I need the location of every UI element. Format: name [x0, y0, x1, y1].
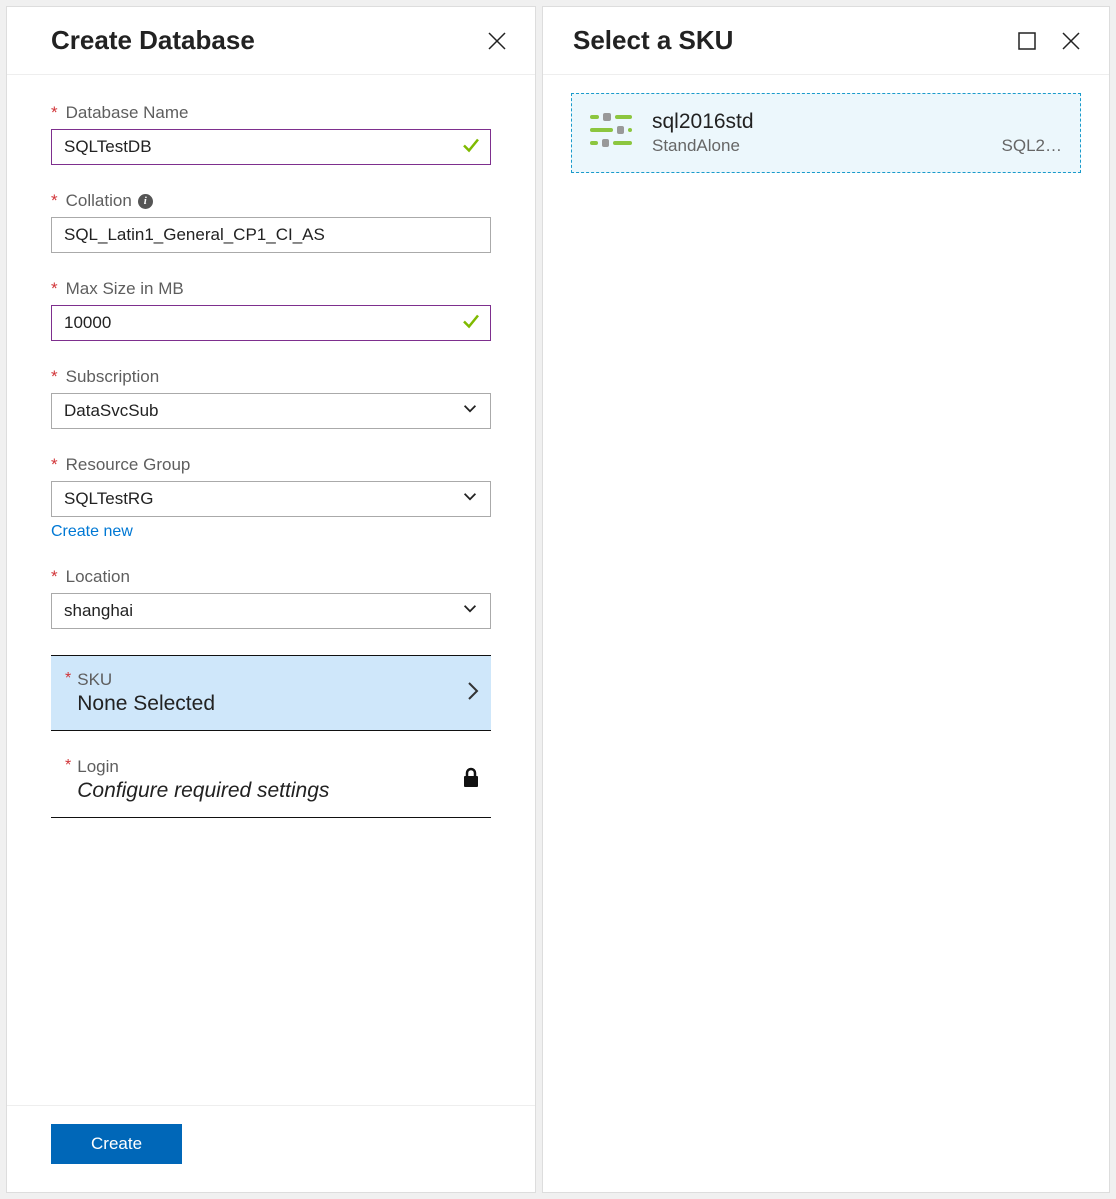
collation-field: * Collation i — [51, 191, 491, 253]
subscription-select[interactable]: DataSvcSub — [51, 393, 491, 429]
required-indicator: * — [51, 103, 58, 123]
info-icon[interactable]: i — [138, 194, 153, 209]
required-indicator: * — [65, 670, 71, 716]
login-blade-row[interactable]: * Login Configure required settings — [51, 743, 491, 818]
left-panel-footer: Create — [7, 1105, 535, 1192]
resource-group-field: * Resource Group SQLTestRG Create new — [51, 455, 491, 541]
chevron-right-icon — [465, 679, 481, 708]
required-indicator: * — [51, 455, 58, 475]
close-icon[interactable] — [485, 29, 509, 53]
right-panel-body: sql2016std StandAlone SQL2… — [543, 75, 1109, 1192]
required-indicator: * — [51, 191, 58, 211]
location-select[interactable]: shanghai — [51, 593, 491, 629]
lock-icon — [461, 767, 481, 794]
select-sku-panel: Select a SKU sql2016std — [542, 6, 1110, 1193]
sku-blade-row[interactable]: * SKU None Selected — [51, 655, 491, 731]
right-panel-header: Select a SKU — [543, 7, 1109, 75]
create-database-panel: Create Database * Database Name — [6, 6, 536, 1193]
location-field: * Location shanghai — [51, 567, 491, 629]
sku-icon — [590, 113, 632, 153]
database-name-label: * Database Name — [51, 103, 491, 123]
sku-version: SQL2… — [1002, 136, 1062, 156]
right-panel-title: Select a SKU — [573, 25, 733, 56]
database-name-input[interactable] — [51, 129, 491, 165]
resource-group-label: * Resource Group — [51, 455, 491, 475]
sku-name: sql2016std — [652, 110, 1062, 134]
required-indicator: * — [51, 367, 58, 387]
max-size-input[interactable] — [51, 305, 491, 341]
close-icon[interactable] — [1059, 29, 1083, 53]
left-panel-title: Create Database — [51, 25, 255, 56]
sku-blade-value: None Selected — [77, 692, 215, 716]
left-panel-body: * Database Name * Collation i — [7, 75, 535, 1105]
login-blade-label: Login — [77, 757, 329, 777]
sku-type: StandAlone — [652, 136, 740, 156]
subscription-field: * Subscription DataSvcSub — [51, 367, 491, 429]
resource-group-select[interactable]: SQLTestRG — [51, 481, 491, 517]
login-blade-value: Configure required settings — [77, 779, 329, 803]
required-indicator: * — [51, 567, 58, 587]
create-new-link[interactable]: Create new — [51, 523, 133, 541]
collation-label: * Collation i — [51, 191, 491, 211]
required-indicator: * — [51, 279, 58, 299]
required-indicator: * — [65, 757, 71, 803]
create-button[interactable]: Create — [51, 1124, 182, 1164]
maximize-icon[interactable] — [1015, 29, 1039, 53]
location-label: * Location — [51, 567, 491, 587]
max-size-field: * Max Size in MB — [51, 279, 491, 341]
collation-input[interactable] — [51, 217, 491, 253]
max-size-label: * Max Size in MB — [51, 279, 491, 299]
left-panel-header: Create Database — [7, 7, 535, 75]
sku-card[interactable]: sql2016std StandAlone SQL2… — [571, 93, 1081, 173]
subscription-label: * Subscription — [51, 367, 491, 387]
sku-blade-label: SKU — [77, 670, 215, 690]
database-name-field: * Database Name — [51, 103, 491, 165]
